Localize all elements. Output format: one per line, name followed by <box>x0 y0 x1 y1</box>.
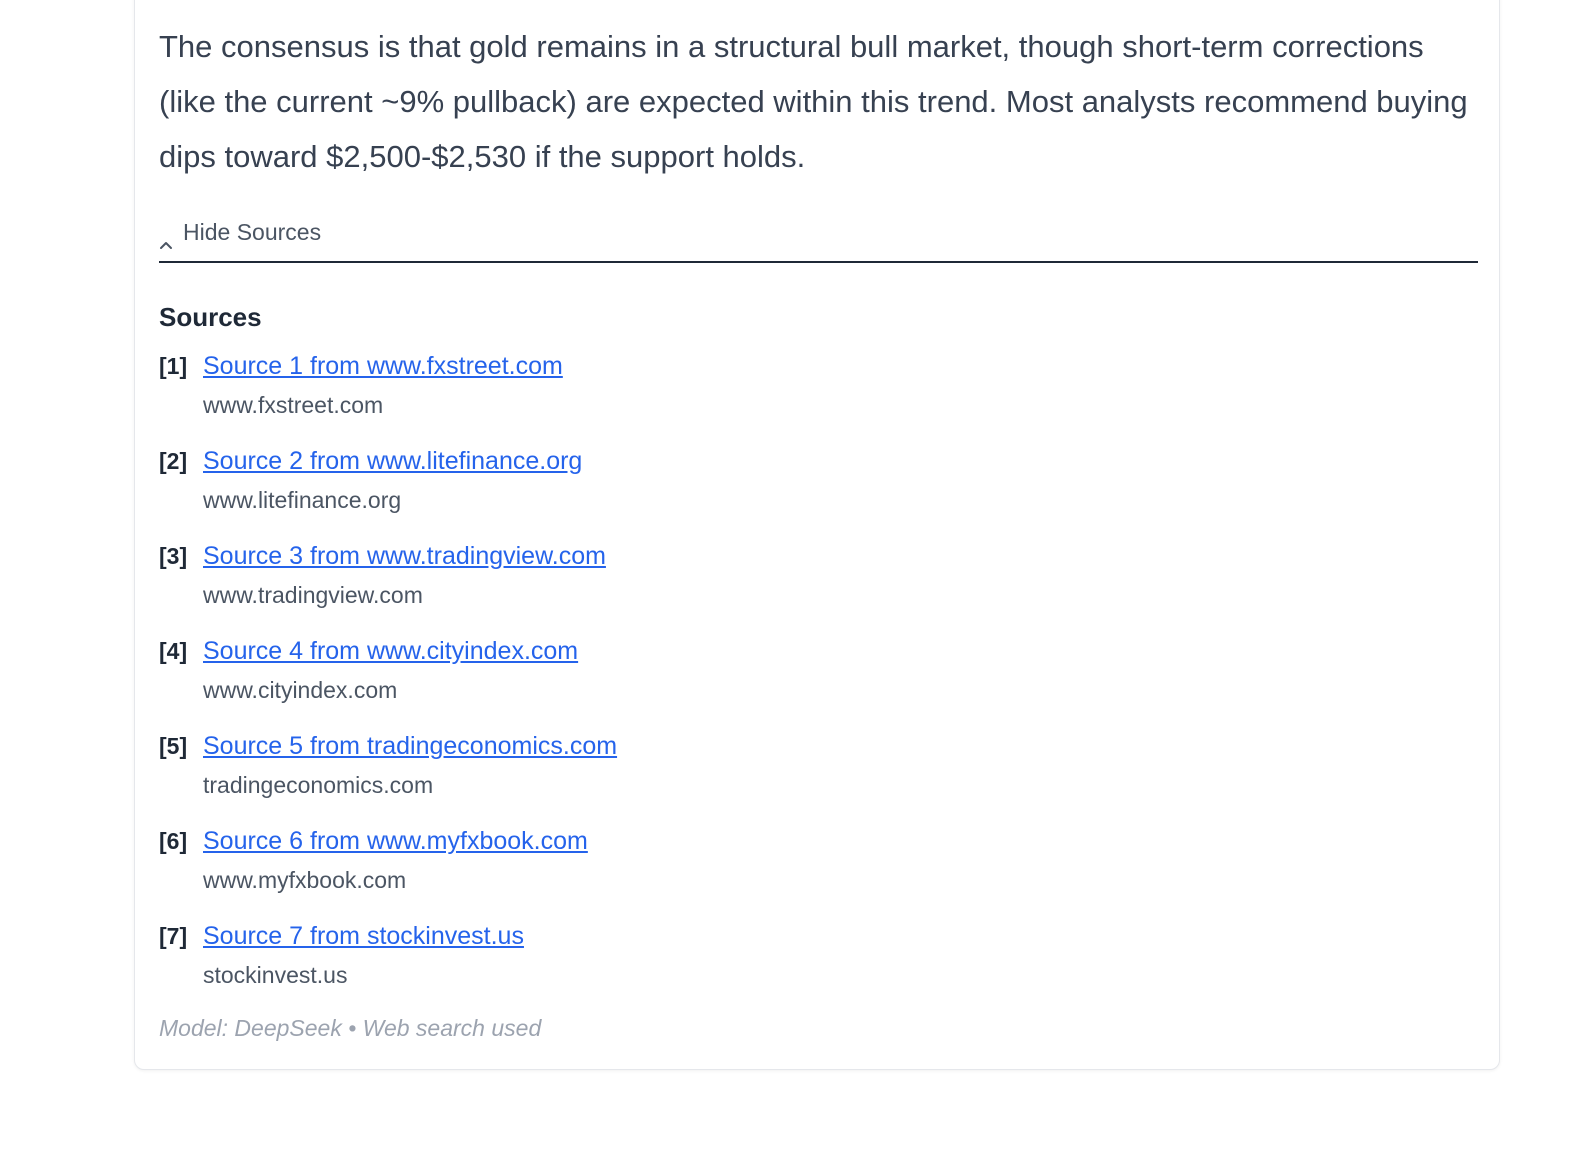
source-number: [2] <box>159 448 188 474</box>
chevron-up-icon <box>159 229 172 249</box>
source-number: [5] <box>159 733 188 759</box>
hide-sources-toggle[interactable]: Hide Sources <box>159 217 322 249</box>
source-item: [2] Source 2 from www.litefinance.org ww… <box>159 444 617 539</box>
source-item: [3] Source 3 from www.tradingview.com ww… <box>159 539 617 634</box>
source-number: [3] <box>159 543 188 569</box>
source-number: [4] <box>159 638 188 664</box>
source-item: [7] Source 7 from stockinvest.us stockin… <box>159 919 617 1014</box>
source-link[interactable]: Source 2 from www.litefinance.org <box>203 444 582 478</box>
answer-text: The consensus is that gold remains in a … <box>159 29 1468 174</box>
source-domain: www.cityindex.com <box>203 677 398 703</box>
sources-heading: Sources <box>159 302 262 332</box>
answer-card: The consensus is that gold remains in a … <box>134 0 1500 1070</box>
source-domain: www.litefinance.org <box>203 487 402 513</box>
source-link[interactable]: Source 7 from stockinvest.us <box>203 919 524 953</box>
source-link[interactable]: Source 3 from www.tradingview.com <box>203 539 606 573</box>
source-item: [4] Source 4 from www.cityindex.com www.… <box>159 634 617 729</box>
source-domain: stockinvest.us <box>203 962 348 988</box>
source-number: [1] <box>159 353 188 379</box>
divider <box>159 261 1478 263</box>
source-link[interactable]: Source 4 from www.cityindex.com <box>203 634 578 668</box>
source-item: [6] Source 6 from www.myfxbook.com www.m… <box>159 824 617 919</box>
source-domain: www.tradingview.com <box>203 582 423 608</box>
source-item: [1] Source 1 from www.fxstreet.com www.f… <box>159 349 617 444</box>
source-number: [6] <box>159 828 188 854</box>
sources-list: [1] Source 1 from www.fxstreet.com www.f… <box>159 349 617 1014</box>
source-domain: www.fxstreet.com <box>203 392 384 418</box>
source-link[interactable]: Source 1 from www.fxstreet.com <box>203 349 563 383</box>
source-link[interactable]: Source 5 from tradingeconomics.com <box>203 729 617 763</box>
model-footer: Model: DeepSeek • Web search used <box>159 1015 542 1041</box>
source-number: [7] <box>159 923 188 949</box>
hide-sources-label: Hide Sources <box>183 218 322 245</box>
source-domain: www.myfxbook.com <box>203 867 407 893</box>
source-link[interactable]: Source 6 from www.myfxbook.com <box>203 824 588 858</box>
source-domain: tradingeconomics.com <box>203 772 434 798</box>
source-item: [5] Source 5 from tradingeconomics.com t… <box>159 729 617 824</box>
